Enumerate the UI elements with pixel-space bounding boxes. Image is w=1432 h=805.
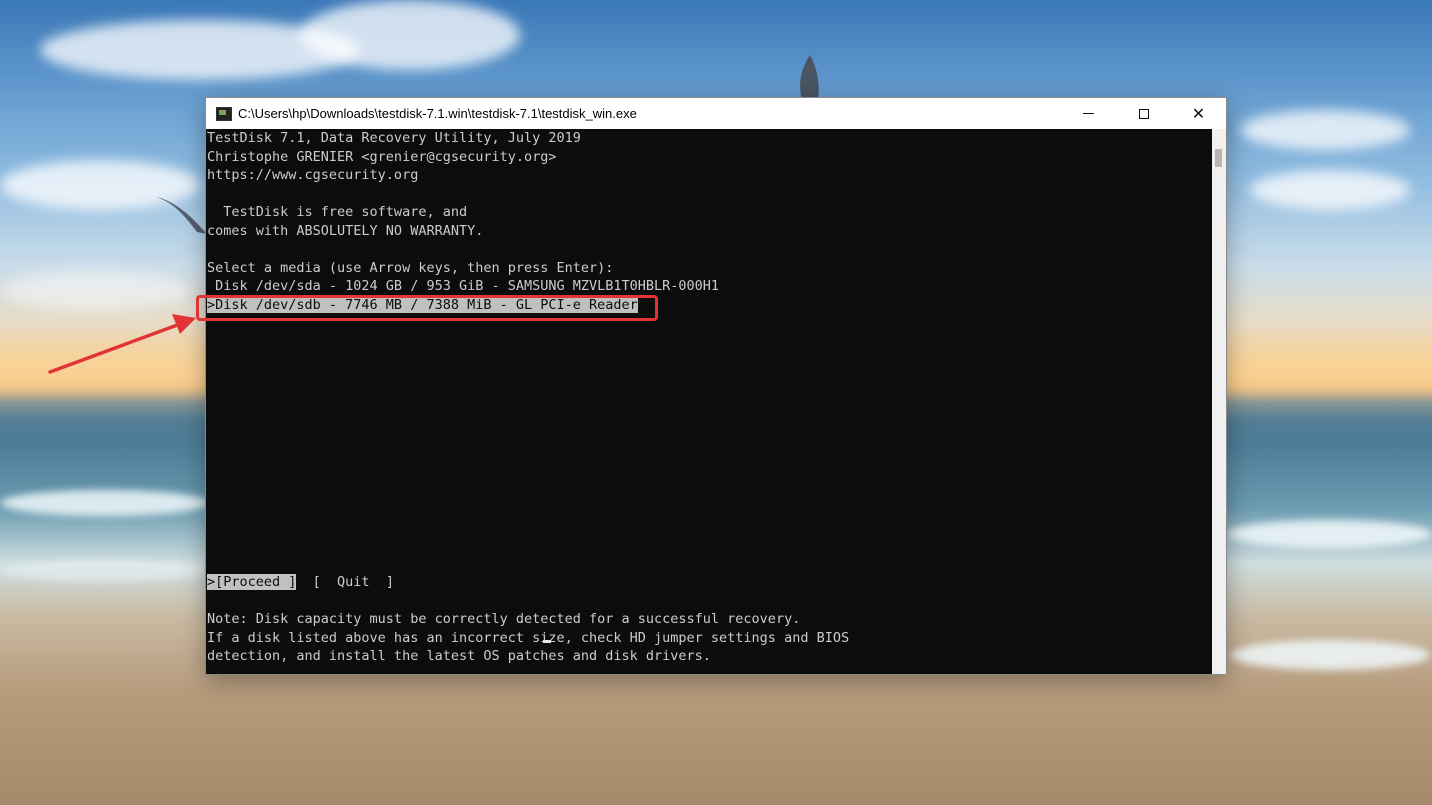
bracket-text: ] [369,574,394,590]
header-line: https://www.cgsecurity.org [207,167,419,183]
ocean-wave [0,490,210,516]
scrollbar-thumb[interactable] [1215,149,1222,167]
quit-button[interactable]: Quit [337,574,370,590]
sky-cloud [1250,170,1410,210]
license-line: TestDisk is free software, and [207,204,468,220]
action-bar: >[Proceed ] [ Quit ] [207,573,1212,592]
title-bar[interactable]: C:\Users\hp\Downloads\testdisk-7.1.win\t… [206,98,1226,129]
media-item-label: Disk /dev/sda - 1024 GB / 953 GiB - SAMS… [207,278,720,294]
text-cursor [543,640,551,643]
console-app-icon [216,106,232,121]
sky-cloud [300,0,520,70]
note-line: If a disk listed above has an incorrect … [207,629,850,646]
header-line: TestDisk 7.1, Data Recovery Utility, Jul… [207,130,581,146]
minimize-button[interactable] [1061,98,1116,129]
annotation-highlight-box [196,295,658,321]
media-item-sda[interactable]: Disk /dev/sda - 1024 GB / 953 GiB - SAMS… [207,277,1212,296]
ocean-wave [1226,520,1432,548]
license-line: comes with ABSOLUTELY NO WARRANTY. [207,222,484,239]
proceed-button[interactable]: >[Proceed ] [207,574,297,590]
vertical-scrollbar[interactable] [1212,129,1226,674]
bracket-text: [ [296,574,338,590]
media-prompt: Select a media (use Arrow keys, then pre… [207,259,614,276]
sky-cloud [0,270,190,310]
window-title: C:\Users\hp\Downloads\testdisk-7.1.win\t… [238,106,637,121]
console-output: TestDisk 7.1, Data Recovery Utility, Jul… [196,129,1212,674]
maximize-icon [1138,108,1149,119]
window-controls: ✕ [1061,98,1226,129]
ocean-wave [1230,640,1430,670]
note-line: detection, and install the latest OS pat… [207,648,711,664]
note-line: Note: Disk capacity must be correctly de… [207,611,801,627]
close-button[interactable]: ✕ [1171,98,1226,129]
close-icon: ✕ [1191,104,1206,123]
sky-cloud [1240,110,1410,150]
console-window: C:\Users\hp\Downloads\testdisk-7.1.win\t… [196,98,1226,674]
header-line: Christophe GRENIER <grenier@cgsecurity.o… [207,148,557,165]
maximize-button[interactable] [1116,98,1171,129]
minimize-icon [1083,113,1094,114]
ocean-wave [0,560,205,582]
seagull-icon [800,55,819,100]
